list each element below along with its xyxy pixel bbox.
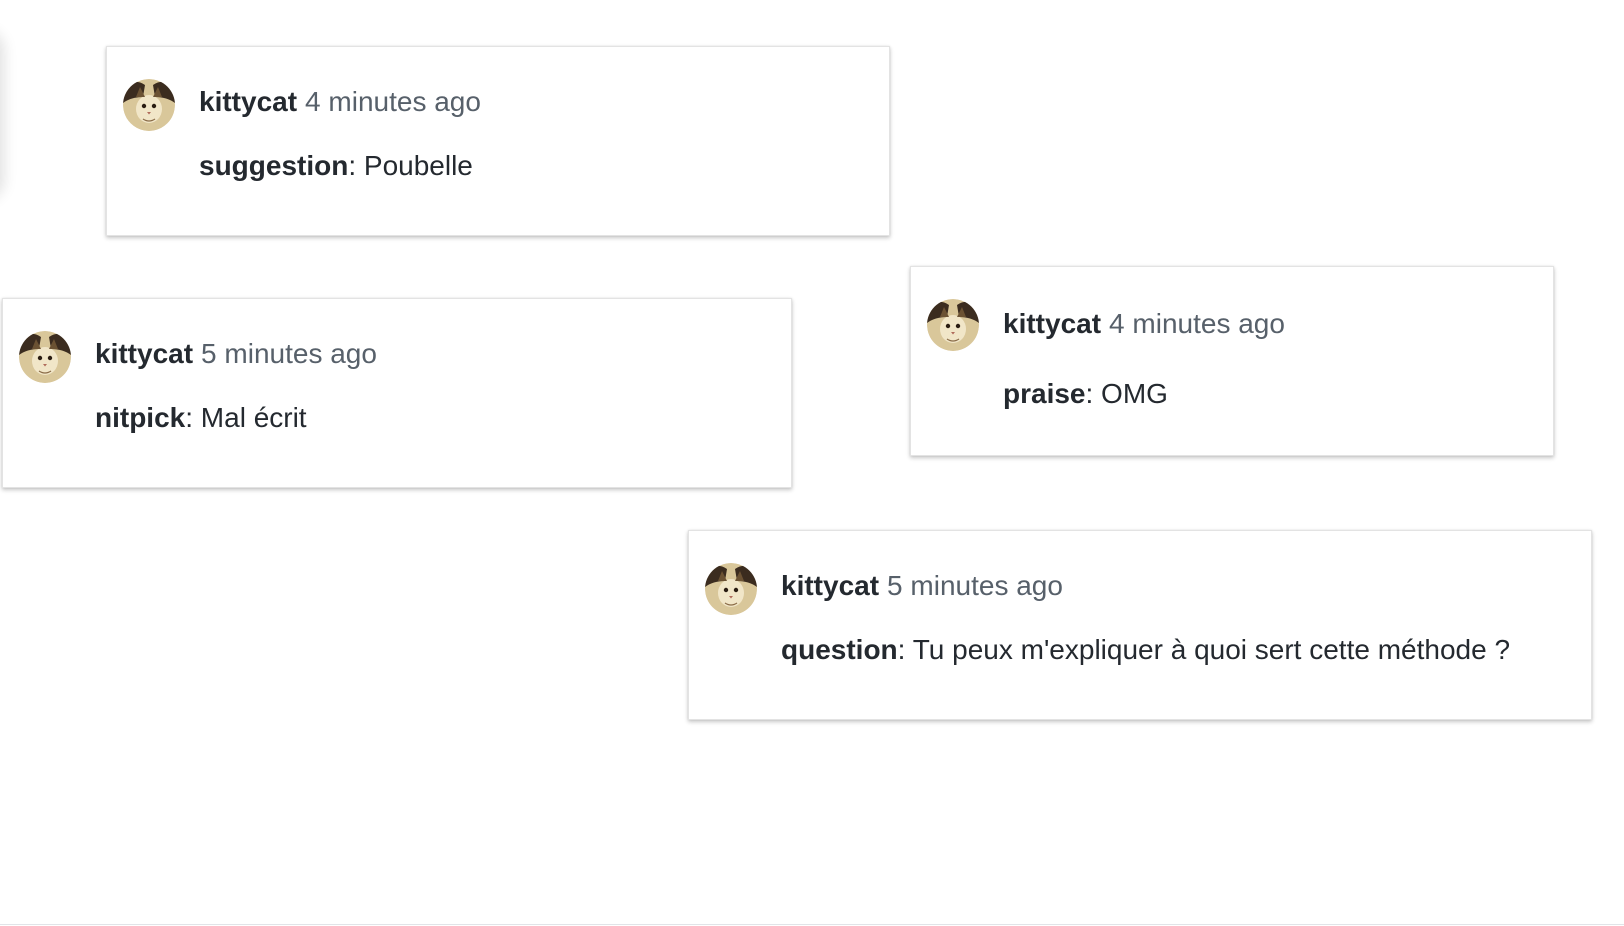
- comment-card: kittycat 4 minutes ago praise: OMG: [910, 266, 1554, 456]
- comment-body: nitpick: Mal écrit: [95, 401, 307, 435]
- comment-timestamp[interactable]: 5 minutes ago: [201, 338, 377, 369]
- comment-meta: kittycat 4 minutes ago: [1003, 307, 1285, 341]
- comment-body: praise: OMG: [1003, 377, 1168, 411]
- comment-meta: kittycat 4 minutes ago: [199, 85, 481, 119]
- comment-meta: kittycat 5 minutes ago: [781, 569, 1063, 603]
- comment-label-separator: :: [348, 150, 357, 181]
- comment-body: question: Tu peux m'expliquer à quoi ser…: [781, 633, 1510, 667]
- comment-label: praise: [1003, 378, 1086, 409]
- comment-author[interactable]: kittycat: [95, 338, 193, 369]
- comment-label-separator: :: [185, 402, 194, 433]
- comment-text: Tu peux m'expliquer à quoi sert cette mé…: [905, 634, 1511, 665]
- comment-timestamp[interactable]: 4 minutes ago: [305, 86, 481, 117]
- cat-avatar-icon: [19, 331, 71, 383]
- cat-avatar-icon: [927, 299, 979, 351]
- comment-card: kittycat 5 minutes ago nitpick: Mal écrit: [2, 298, 792, 488]
- avatar[interactable]: [19, 331, 71, 383]
- comment-text: Poubelle: [356, 150, 473, 181]
- comment-author[interactable]: kittycat: [1003, 308, 1101, 339]
- cat-avatar-icon: [123, 79, 175, 131]
- comment-text: Mal écrit: [193, 402, 307, 433]
- comment-card: kittycat 4 minutes ago suggestion: Poubel…: [106, 46, 890, 236]
- cat-avatar-icon: [705, 563, 757, 615]
- comment-timestamp[interactable]: 4 minutes ago: [1109, 308, 1285, 339]
- comment-card: kittycat 5 minutes ago question: Tu peux …: [688, 530, 1592, 720]
- comment-label: suggestion: [199, 150, 349, 181]
- comment-author[interactable]: kittycat: [199, 86, 297, 117]
- page-divider: [0, 924, 1624, 925]
- avatar[interactable]: [927, 299, 979, 351]
- comment-text: OMG: [1093, 378, 1168, 409]
- comment-meta: kittycat 5 minutes ago: [95, 337, 377, 371]
- avatar[interactable]: [123, 79, 175, 131]
- avatar[interactable]: [705, 563, 757, 615]
- comment-body: suggestion: Poubelle: [199, 149, 473, 183]
- comment-timestamp[interactable]: 5 minutes ago: [887, 570, 1063, 601]
- comment-label: question: [781, 634, 898, 665]
- comment-author[interactable]: kittycat: [781, 570, 879, 601]
- comment-label: nitpick: [95, 402, 186, 433]
